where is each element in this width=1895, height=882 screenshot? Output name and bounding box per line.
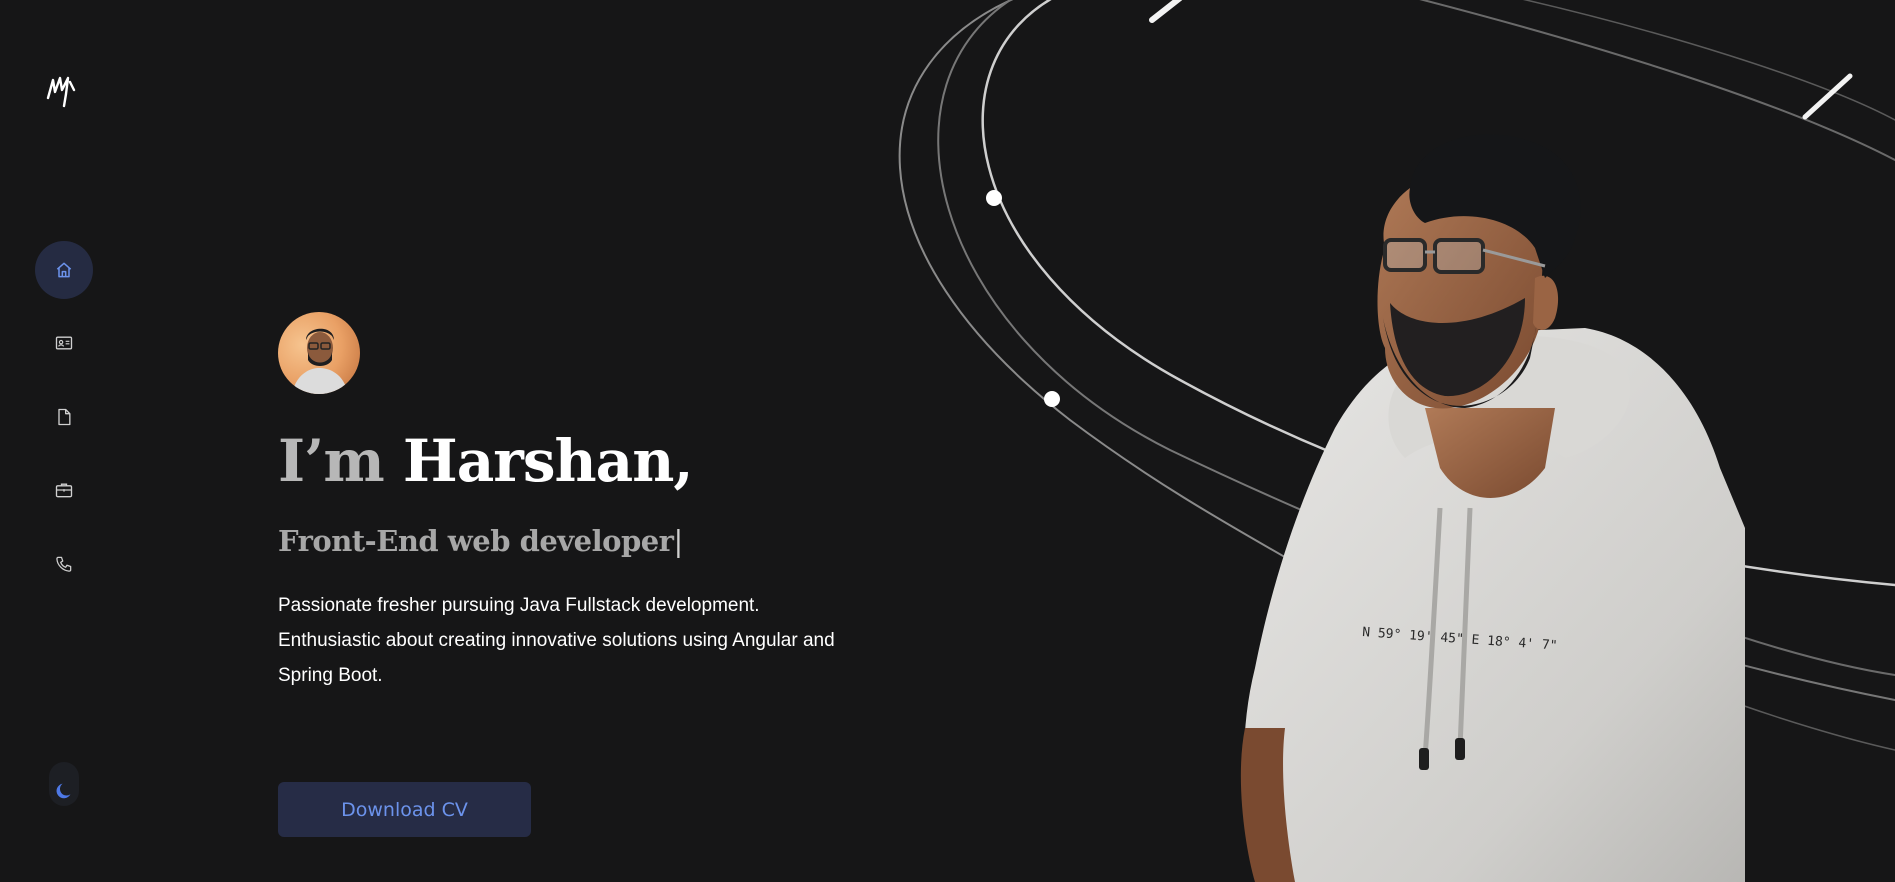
nav-contact[interactable] (35, 535, 93, 593)
nav-home[interactable] (35, 241, 93, 299)
signature-logo[interactable] (44, 70, 84, 116)
orbit-dot (1044, 391, 1060, 407)
greeting: I’m (278, 427, 385, 495)
id-card-icon (55, 336, 73, 350)
avatar (278, 312, 360, 394)
phone-icon (56, 556, 72, 572)
nav-about[interactable] (35, 314, 93, 372)
briefcase-icon (55, 483, 73, 498)
shooting-star (1802, 73, 1853, 120)
orbit-dot (986, 190, 1002, 206)
document-icon (58, 408, 71, 426)
nav-resume[interactable] (35, 388, 93, 446)
bio-text: Passionate fresher pursuing Java Fullsta… (278, 595, 835, 686)
sidebar (0, 0, 128, 882)
orbit-line-5 (1522, 0, 1895, 121)
portfolio-page: I’m Harshan, Front-End web developer| Pa… (0, 0, 1895, 882)
role-text: Front-End web developer (278, 524, 674, 558)
moon-icon (56, 783, 71, 799)
nav-work[interactable] (35, 461, 93, 519)
home-icon (56, 262, 72, 278)
typing-cursor: | (673, 524, 683, 558)
shooting-star (1149, 0, 1183, 23)
portrait-image: N 59° 19' 45" E 18° 4' 7" (1240, 134, 1745, 882)
role-subtitle: Front-End web developer| (278, 524, 683, 558)
name-heading: Harshan, (402, 427, 694, 495)
download-cv-button[interactable]: Download CV (278, 782, 531, 837)
page-title: I’m Harshan, (278, 420, 694, 502)
theme-toggle[interactable] (49, 762, 79, 806)
